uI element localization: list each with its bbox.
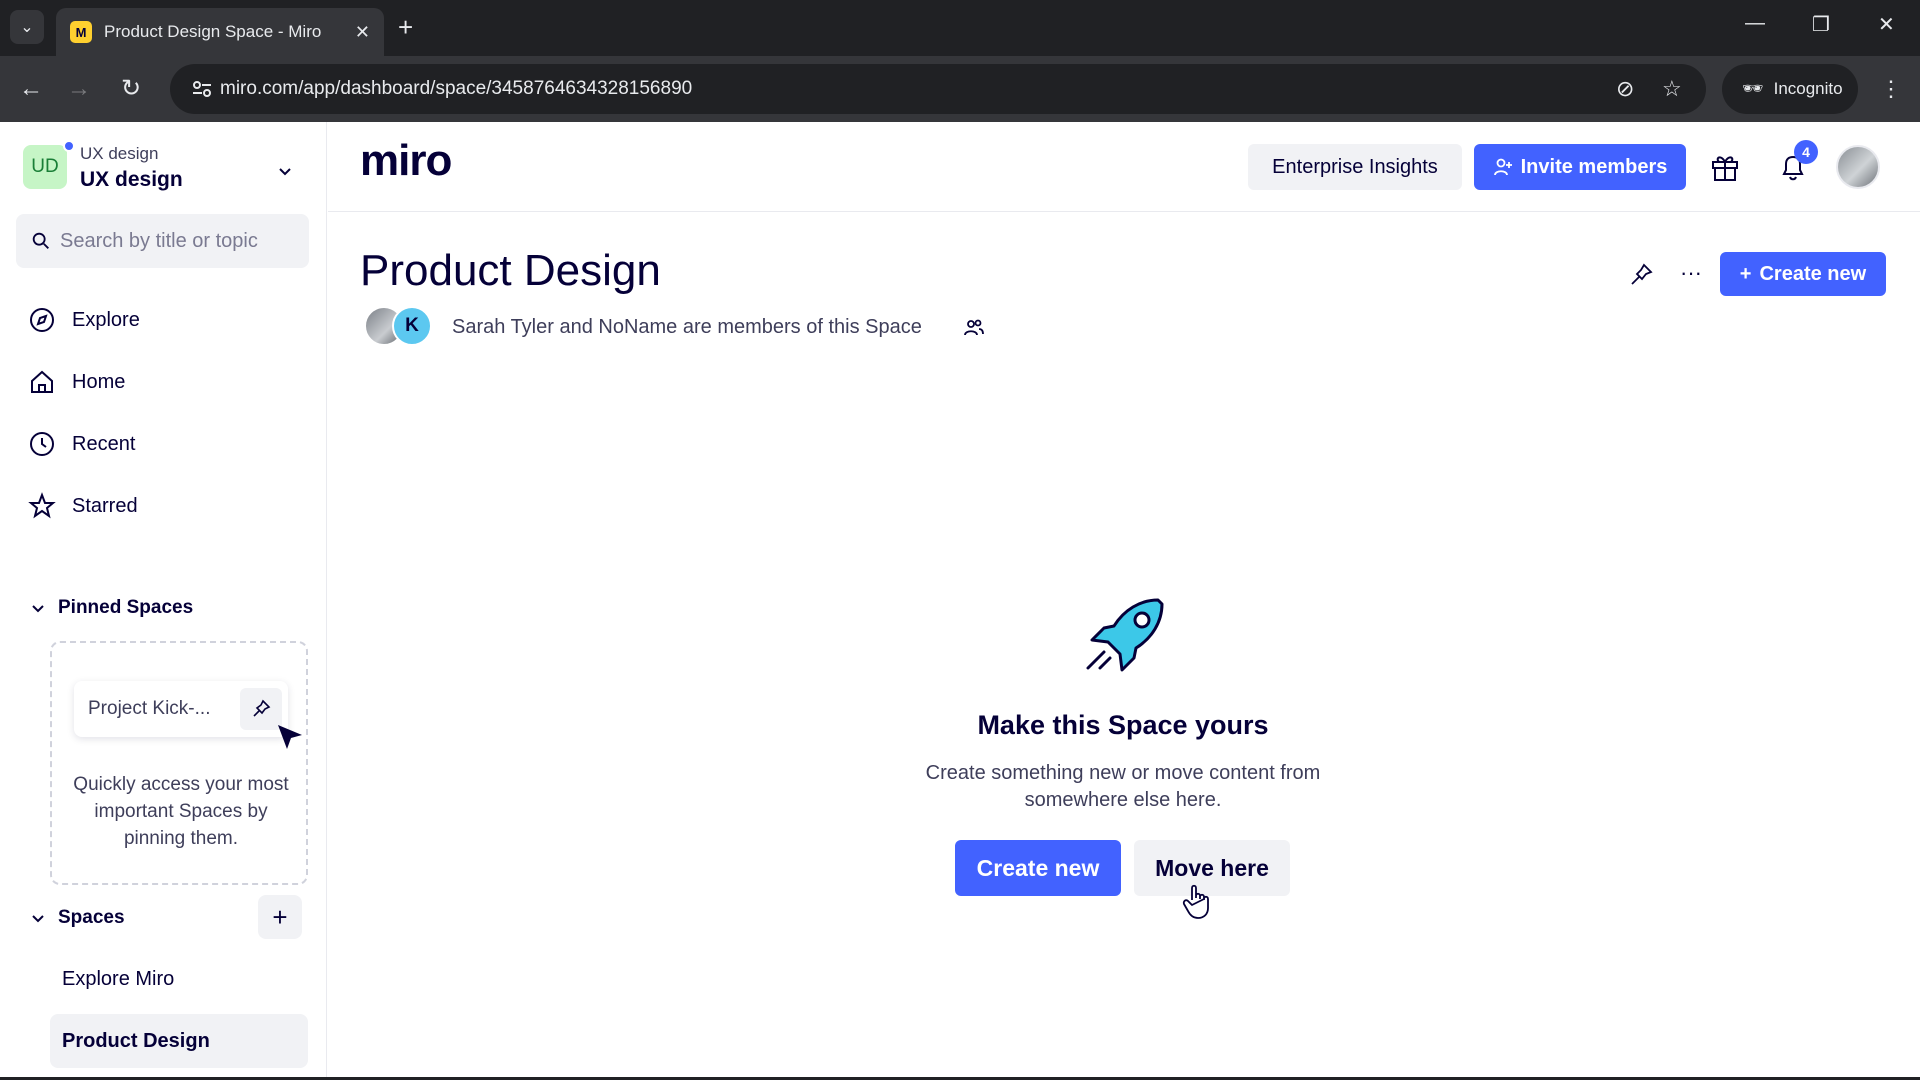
sidebar-item-label: Home	[72, 370, 126, 393]
more-options-icon[interactable]: ···	[1676, 258, 1706, 288]
members-icon[interactable]	[962, 316, 986, 340]
avatar: K	[392, 306, 432, 346]
gift-icon[interactable]	[1708, 150, 1742, 184]
chevron-down-icon[interactable]	[276, 162, 294, 180]
browser-menu-icon[interactable]: ⋮	[1880, 76, 1902, 102]
move-here-button[interactable]: Move here	[1134, 840, 1290, 896]
miro-logo[interactable]: miro	[360, 136, 452, 186]
pinned-spaces-toggle[interactable]: Pinned Spaces	[30, 597, 193, 619]
create-new-label: Create new	[1759, 262, 1867, 285]
pinned-spaces-placeholder: Project Kick-... Quickly access your mos…	[50, 641, 308, 885]
app-header: miro Enterprise Insights Invite members …	[328, 122, 1920, 212]
add-space-button[interactable]: +	[258, 895, 302, 939]
compass-icon	[30, 308, 54, 332]
sidebar-item-starred[interactable]: Starred	[16, 481, 311, 531]
pin-icon	[253, 699, 271, 717]
minimize-icon[interactable]: —	[1745, 12, 1765, 35]
chevron-down-icon	[32, 915, 44, 923]
search-box[interactable]	[16, 214, 309, 268]
incognito-indicator[interactable]: 🕶 Incognito	[1722, 64, 1858, 114]
create-new-content-button[interactable]: Create new	[955, 840, 1121, 896]
workspace-name: UX design	[80, 168, 183, 191]
search-icon	[32, 232, 49, 249]
url-text[interactable]: miro.com/app/dashboard/space/34587646343…	[220, 78, 692, 100]
incognito-label: Incognito	[1773, 79, 1843, 98]
browser-toolbar: ← → ↻ miro.com/app/dashboard/space/34587…	[0, 56, 1920, 122]
incognito-icon: 🕶	[1742, 79, 1764, 98]
arrow-cursor-icon	[278, 725, 302, 749]
sidebar-space-product-design[interactable]: Product Design	[50, 1014, 308, 1068]
miro-favicon-icon: M	[70, 21, 92, 43]
sidebar-item-home[interactable]: Home	[16, 357, 311, 407]
pinned-help-text: Quickly access your most important Space…	[73, 774, 289, 849]
address-bar[interactable]: miro.com/app/dashboard/space/34587646343…	[170, 64, 1706, 114]
members-avatars[interactable]: K	[364, 306, 434, 348]
pinned-spaces-heading: Pinned Spaces	[58, 597, 194, 618]
bookmark-star-icon[interactable]: ☆	[1662, 76, 1682, 102]
star-icon	[28, 492, 56, 519]
search-input[interactable]	[60, 224, 300, 258]
rocket-icon	[1086, 598, 1164, 672]
chevron-down-icon	[32, 605, 44, 613]
new-tab-plus-icon[interactable]: +	[398, 14, 413, 40]
hand-cursor-icon	[1182, 884, 1209, 919]
invite-members-button[interactable]: Invite members	[1474, 144, 1686, 190]
tab-search-chevron-icon[interactable]: ⌄	[10, 10, 44, 44]
enterprise-insights-button[interactable]: Enterprise Insights	[1248, 144, 1462, 190]
space-label: Product Design	[62, 1029, 210, 1052]
browser-tab[interactable]: M Product Design Space - Miro ✕	[56, 8, 384, 56]
restore-icon[interactable]: ❐	[1812, 12, 1830, 37]
pinned-space-example-card: Project Kick-...	[74, 681, 288, 737]
plus-icon: +	[1739, 262, 1752, 285]
empty-state-description: Create something new or move content fro…	[925, 762, 1321, 811]
members-text: Sarah Tyler and NoName are members of th…	[452, 316, 922, 338]
empty-state-title: Make this Space yours	[977, 710, 1269, 740]
workspace-avatar: UD	[23, 145, 67, 189]
spaces-heading: Spaces	[58, 907, 125, 928]
workspace-team-label: UX design	[80, 144, 159, 163]
sidebar-item-explore[interactable]: Explore	[16, 295, 311, 345]
sidebar-space-explore-miro[interactable]: Explore Miro	[50, 952, 308, 1006]
back-arrow-icon[interactable]: ←	[16, 74, 46, 104]
reload-icon[interactable]: ↻	[116, 74, 146, 104]
forward-arrow-icon[interactable]: →	[64, 74, 94, 104]
clock-icon	[30, 432, 54, 456]
workspace-status-dot	[63, 140, 75, 152]
add-user-icon	[1493, 158, 1512, 176]
plus-icon: +	[272, 901, 288, 932]
site-settings-icon[interactable]	[190, 77, 214, 101]
spaces-toggle[interactable]: Spaces	[30, 907, 125, 929]
pinned-card-label: Project Kick-...	[88, 698, 211, 719]
sidebar-item-label: Explore	[72, 308, 140, 331]
user-avatar[interactable]	[1836, 145, 1880, 189]
close-window-icon[interactable]: ✕	[1878, 12, 1895, 37]
sidebar-item-recent[interactable]: Recent	[16, 419, 311, 469]
page-title: Product Design	[360, 246, 661, 295]
tab-title: Product Design Space - Miro	[104, 22, 322, 41]
sidebar-item-label: Starred	[72, 494, 138, 517]
space-label: Explore Miro	[62, 967, 175, 990]
pin-icon[interactable]	[1628, 262, 1654, 288]
invite-members-label: Invite members	[1520, 155, 1668, 178]
create-new-button[interactable]: + Create new	[1720, 252, 1886, 296]
notification-count-badge: 4	[1794, 140, 1818, 164]
sidebar-item-label: Recent	[72, 432, 136, 455]
browser-tabstrip: ⌄ M Product Design Space - Miro ✕ + — ❐ …	[0, 0, 1920, 56]
tab-close-icon[interactable]: ✕	[355, 22, 370, 43]
eye-slash-icon[interactable]: ⊘	[1616, 76, 1634, 102]
home-icon	[31, 370, 53, 393]
